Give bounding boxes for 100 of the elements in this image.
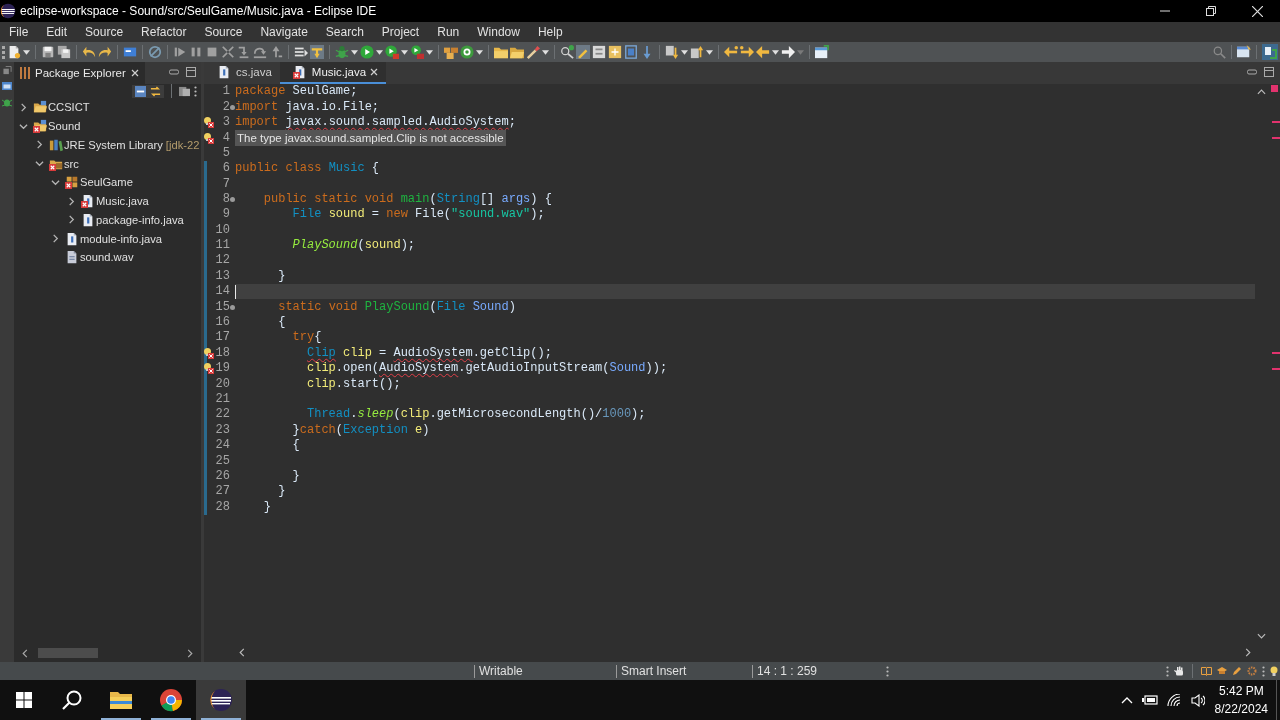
tree-item[interactable]: Music.java [96,195,149,208]
chevron-right-icon[interactable] [67,196,76,206]
book-icon[interactable] [1201,666,1212,676]
taskbar-button[interactable] [196,680,246,720]
maximize-icon[interactable] [1264,67,1274,77]
speaker-icon[interactable] [1190,693,1205,707]
menu-item[interactable]: Search [316,22,373,42]
chevron-right-icon[interactable] [51,234,60,244]
error-mark[interactable] [1272,136,1280,139]
run-icon[interactable] [360,45,374,59]
editor-tab[interactable]: Music.java [279,62,387,84]
hat-icon[interactable] [1217,666,1227,676]
window-icon[interactable] [2,81,12,91]
panel-icon[interactable] [123,45,137,59]
error-mark[interactable] [1272,121,1280,124]
open-folder-icon[interactable] [510,45,524,59]
menu-item[interactable]: Project [372,22,429,42]
menu-item[interactable]: Refactor [132,22,196,42]
window-icon[interactable] [1237,45,1251,59]
search-icon[interactable] [62,690,82,710]
chevron-up-icon[interactable] [1120,696,1133,704]
chevron-right-icon[interactable] [19,102,28,112]
maximize-icon[interactable] [186,67,196,77]
bug-icon[interactable] [335,45,349,59]
kebab-menu-icon[interactable] [194,85,197,97]
collapse-all-icon[interactable] [135,85,146,97]
bent-arrow-icon[interactable] [310,45,324,59]
folder-icon[interactable] [494,45,508,59]
scroll-down-icon[interactable] [1257,633,1266,639]
bug-icon[interactable] [2,97,12,107]
dot-arrow-right-icon[interactable] [740,45,754,59]
magnifier-icon[interactable] [560,45,574,59]
error-mark[interactable] [1272,352,1280,355]
fold-icon[interactable] [230,196,235,202]
page-icon[interactable] [7,45,21,59]
blocks-icon[interactable] [444,45,458,59]
close-icon[interactable] [130,69,139,77]
perspective-icon[interactable] [1262,44,1278,60]
slashed-circle-icon[interactable] [148,45,162,59]
menu-item[interactable]: Window [468,22,529,42]
tiles-icon[interactable] [16,692,32,708]
kebab-menu-icon[interactable] [1262,665,1265,677]
disconnect-icon[interactable] [221,45,235,59]
step-into-icon[interactable] [237,45,251,59]
page-arrow-down-icon[interactable] [665,45,679,59]
plus-square-icon[interactable] [608,45,622,59]
scroll-right-icon[interactable] [187,648,193,658]
tree-item[interactable]: SeulGame [80,176,133,189]
chevron-down-icon[interactable] [19,121,28,131]
pencil-icon[interactable] [1232,666,1242,676]
tree-item[interactable]: module-info.java [80,232,163,245]
stacked-pages-icon[interactable] [179,85,190,97]
bulb-error-icon[interactable] [204,347,214,359]
dot-arrow-left-icon[interactable] [724,45,738,59]
tree-item[interactable]: Sound [48,120,81,133]
scroll-left-icon[interactable] [22,648,28,658]
clock-time[interactable]: 5:42 PM [1218,682,1264,700]
frame-icon[interactable] [624,45,638,59]
menu-item[interactable]: Navigate [251,22,317,42]
menu-item[interactable]: Source [76,22,133,42]
list-page-icon[interactable] [592,45,606,59]
kebab-menu-icon[interactable] [886,665,889,677]
editor-tab[interactable]: cs.java [204,62,280,84]
chevron-down-icon[interactable] [35,159,44,169]
forward-icon[interactable] [781,45,795,59]
menu-item[interactable]: Edit [37,22,77,42]
dotted-ring-icon[interactable] [1247,666,1257,676]
back-icon[interactable] [756,45,770,59]
scrollbar-thumb[interactable] [38,648,98,658]
ring-icon[interactable] [460,45,474,59]
curved-arrow-right-icon[interactable] [98,45,112,59]
error-mark[interactable] [1272,367,1280,370]
fold-icon[interactable] [230,304,235,310]
lines-arrow-icon[interactable] [294,45,308,59]
play-box-icon[interactable] [410,45,424,59]
hand-icon[interactable] [1174,666,1184,676]
resume-icon[interactable] [173,45,187,59]
tree-item[interactable]: CCSICT [48,101,90,114]
clock-date[interactable]: 8/22/2024 [1214,700,1268,718]
menu-item[interactable]: File [0,22,38,42]
restore-icon[interactable] [1206,6,1216,16]
view-tab[interactable]: Package Explorer [14,62,145,84]
wand-icon[interactable] [526,45,540,59]
bulb-error-icon[interactable] [204,363,214,375]
battery-icon[interactable] [1141,694,1158,706]
drag-handle-icon[interactable] [2,45,5,59]
close-icon[interactable] [1251,5,1263,17]
page-arrow-up-icon[interactable] [690,45,704,59]
pencil-icon[interactable] [576,45,590,59]
close-icon[interactable] [370,68,379,76]
wifi-icon[interactable] [1166,693,1182,707]
chevron-right-icon[interactable] [67,215,76,225]
pause-icon[interactable] [189,45,203,59]
tree-item[interactable]: JRE System Library [64,138,163,151]
scroll-up-icon[interactable] [1257,89,1266,95]
link-arrows-icon[interactable] [150,85,161,97]
menu-item[interactable]: Source [195,22,252,42]
bulb-error-icon[interactable] [204,132,214,144]
lightbulb-icon[interactable] [1270,666,1278,676]
chevron-down-icon[interactable] [51,177,60,187]
